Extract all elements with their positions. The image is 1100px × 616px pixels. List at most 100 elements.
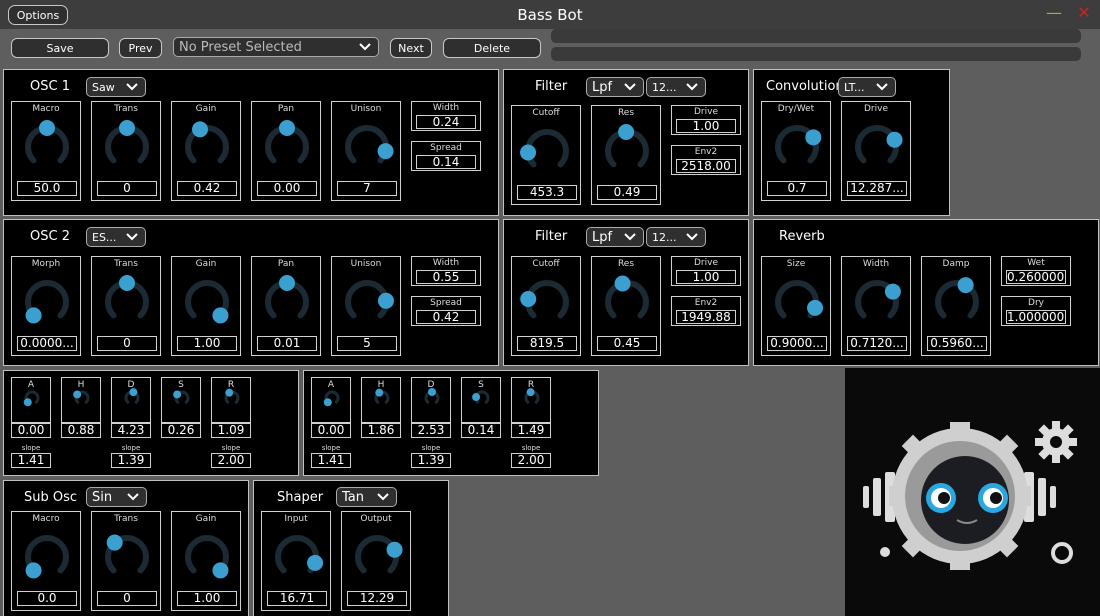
osc2-gain-value[interactable]: 1.00 xyxy=(177,336,237,351)
filter2-cutoff-indicator[interactable] xyxy=(520,291,537,308)
conv-drive-value[interactable]: 12.287... xyxy=(847,181,907,196)
filter1-cutoff-indicator[interactable] xyxy=(520,144,537,161)
reverb-damp-knob[interactable]: Damp 0.5960... xyxy=(921,256,991,356)
osc1-wave-select[interactable]: Saw xyxy=(86,77,146,97)
conv-dry-wet-value[interactable]: 0.7 xyxy=(767,181,827,196)
subosc-macro-knob[interactable]: Macro 0.0 xyxy=(11,511,81,611)
osc2-trans-value[interactable]: 0 xyxy=(97,336,157,351)
env1-a-dial[interactable] xyxy=(12,378,52,424)
osc1-pan-indicator[interactable] xyxy=(279,120,295,136)
prev-button[interactable]: Prev xyxy=(119,38,162,58)
subosc-trans-knob[interactable]: Trans 0 xyxy=(91,511,161,611)
env2-h-indicator[interactable] xyxy=(375,388,384,397)
options-button[interactable]: Options xyxy=(8,5,68,25)
osc2-unison-value[interactable]: 5 xyxy=(337,336,397,351)
osc1-width-value[interactable]: 0.24 xyxy=(416,115,476,129)
env1-h-value[interactable]: 0.88 xyxy=(61,423,101,438)
osc2-pan-indicator[interactable] xyxy=(279,275,295,291)
save-button[interactable]: Save xyxy=(11,38,109,58)
osc2-spread-control[interactable]: Spread 0.42 xyxy=(411,296,481,326)
env2-a-knob[interactable]: A xyxy=(311,377,351,423)
env2-r-knob[interactable]: R xyxy=(511,377,551,423)
filter1-drive-value[interactable]: 1.00 xyxy=(676,119,736,133)
shaper-output-value[interactable]: 12.29 xyxy=(347,591,407,606)
filter2-cutoff-knob[interactable]: Cutoff 819.5 xyxy=(511,256,581,356)
env2-d-indicator[interactable] xyxy=(428,388,436,396)
reverb-size-knob[interactable]: Size 0.9000... xyxy=(761,256,831,356)
env2-s-dial[interactable] xyxy=(462,378,502,424)
filter1-cutoff-knob[interactable]: Cutoff 453.3 xyxy=(511,105,581,205)
env1-s-value[interactable]: 0.26 xyxy=(161,423,201,438)
filter1-res-knob[interactable]: Res 0.49 xyxy=(591,105,661,205)
env2-s-knob[interactable]: S xyxy=(461,377,501,423)
osc1-spread-control[interactable]: Spread 0.14 xyxy=(411,141,481,171)
env1-slope-2-value[interactable]: 1.39 xyxy=(111,453,151,468)
subosc-gain-knob[interactable]: Gain 1.00 xyxy=(171,511,241,611)
subosc-macro-value[interactable]: 0.0 xyxy=(17,591,77,606)
filter2-type-select[interactable]: Lpf xyxy=(586,227,644,247)
env1-h-dial[interactable] xyxy=(62,378,102,424)
osc1-gain-indicator[interactable] xyxy=(192,121,209,138)
filter2-res-value[interactable]: 0.45 xyxy=(597,336,657,351)
osc2-spread-value[interactable]: 0.42 xyxy=(416,310,476,324)
env1-r-value[interactable]: 1.09 xyxy=(211,423,251,438)
env1-h-indicator[interactable] xyxy=(73,390,82,399)
filter1-res-value[interactable]: 0.49 xyxy=(597,185,657,200)
delete-button[interactable]: Delete xyxy=(443,38,541,58)
filter2-cutoff-value[interactable]: 819.5 xyxy=(517,336,577,351)
env1-h-knob[interactable]: H xyxy=(61,377,101,423)
filter2-res-indicator[interactable] xyxy=(614,275,631,292)
env1-a-value[interactable]: 0.00 xyxy=(11,423,51,438)
env2-a-indicator[interactable] xyxy=(323,398,332,407)
env2-slope-2-value[interactable]: 1.39 xyxy=(411,453,451,468)
env2-r-value[interactable]: 1.49 xyxy=(511,423,551,438)
osc2-width-control[interactable]: Width 0.55 xyxy=(411,256,481,286)
shaper-output-indicator[interactable] xyxy=(386,541,403,558)
filter1-slope-select[interactable]: 12... xyxy=(646,77,706,97)
env2-a-value[interactable]: 0.00 xyxy=(311,423,351,438)
shaper-input-indicator[interactable] xyxy=(307,554,324,571)
env2-h-dial[interactable] xyxy=(362,378,402,424)
osc1-pan-knob[interactable]: Pan 0.00 xyxy=(251,101,321,201)
filter2-slope-select[interactable]: 12... xyxy=(646,227,706,247)
reverb-wet-control[interactable]: Wet 0.2600000 xyxy=(1001,256,1071,286)
reverb-size-value[interactable]: 0.9000... xyxy=(767,336,827,351)
env2-d-value[interactable]: 2.53 xyxy=(411,423,451,438)
subosc-macro-indicator[interactable] xyxy=(25,562,42,579)
reverb-width-knob[interactable]: Width 0.7120... xyxy=(841,256,911,356)
env2-slope-1-value[interactable]: 1.41 xyxy=(311,453,351,468)
osc2-morph-indicator[interactable] xyxy=(25,307,42,324)
shaper-input-value[interactable]: 16.71 xyxy=(267,591,327,606)
osc1-unison-indicator[interactable] xyxy=(377,143,394,160)
reverb-dry-control[interactable]: Dry 1.0000000 xyxy=(1001,296,1071,326)
env1-slope-3-value[interactable]: 2.00 xyxy=(211,453,251,468)
subosc-trans-indicator[interactable] xyxy=(106,534,123,551)
shaper-input-knob[interactable]: Input 16.71 xyxy=(261,511,331,611)
osc1-macro-knob[interactable]: Macro 50.0 xyxy=(11,101,81,201)
env1-s-indicator[interactable] xyxy=(173,390,182,399)
env2-a-dial[interactable] xyxy=(312,378,352,424)
filter1-res-indicator[interactable] xyxy=(618,124,635,141)
env1-d-indicator[interactable] xyxy=(129,388,138,397)
osc1-macro-indicator[interactable] xyxy=(39,120,55,136)
minimize-icon[interactable]: — xyxy=(1044,2,1064,24)
convolution-ir-select[interactable]: LT... xyxy=(838,77,896,97)
osc2-unison-indicator[interactable] xyxy=(377,292,394,309)
close-icon[interactable]: ✕ xyxy=(1074,2,1094,24)
osc1-spread-value[interactable]: 0.14 xyxy=(416,155,476,169)
osc2-unison-knob[interactable]: Unison 5 xyxy=(331,256,401,356)
filter2-drive-control[interactable]: Drive 1.00 xyxy=(671,256,741,286)
env1-d-value[interactable]: 4.23 xyxy=(111,423,151,438)
osc2-morph-knob[interactable]: Morph 0.0000... xyxy=(11,256,81,356)
osc1-trans-indicator[interactable] xyxy=(119,120,135,136)
subosc-gain-value[interactable]: 1.00 xyxy=(177,591,237,606)
env1-d-dial[interactable] xyxy=(112,378,152,424)
osc1-trans-knob[interactable]: Trans 0 xyxy=(91,101,161,201)
osc2-pan-knob[interactable]: Pan 0.01 xyxy=(251,256,321,356)
reverb-width-indicator[interactable] xyxy=(884,283,901,300)
reverb-damp-value[interactable]: 0.5960... xyxy=(927,336,987,351)
osc2-trans-indicator[interactable] xyxy=(119,275,135,291)
conv-dry-wet-knob[interactable]: Dry/Wet 0.7 xyxy=(761,101,831,201)
osc2-gain-knob[interactable]: Gain 1.00 xyxy=(171,256,241,356)
conv-drive-indicator[interactable] xyxy=(886,131,903,148)
